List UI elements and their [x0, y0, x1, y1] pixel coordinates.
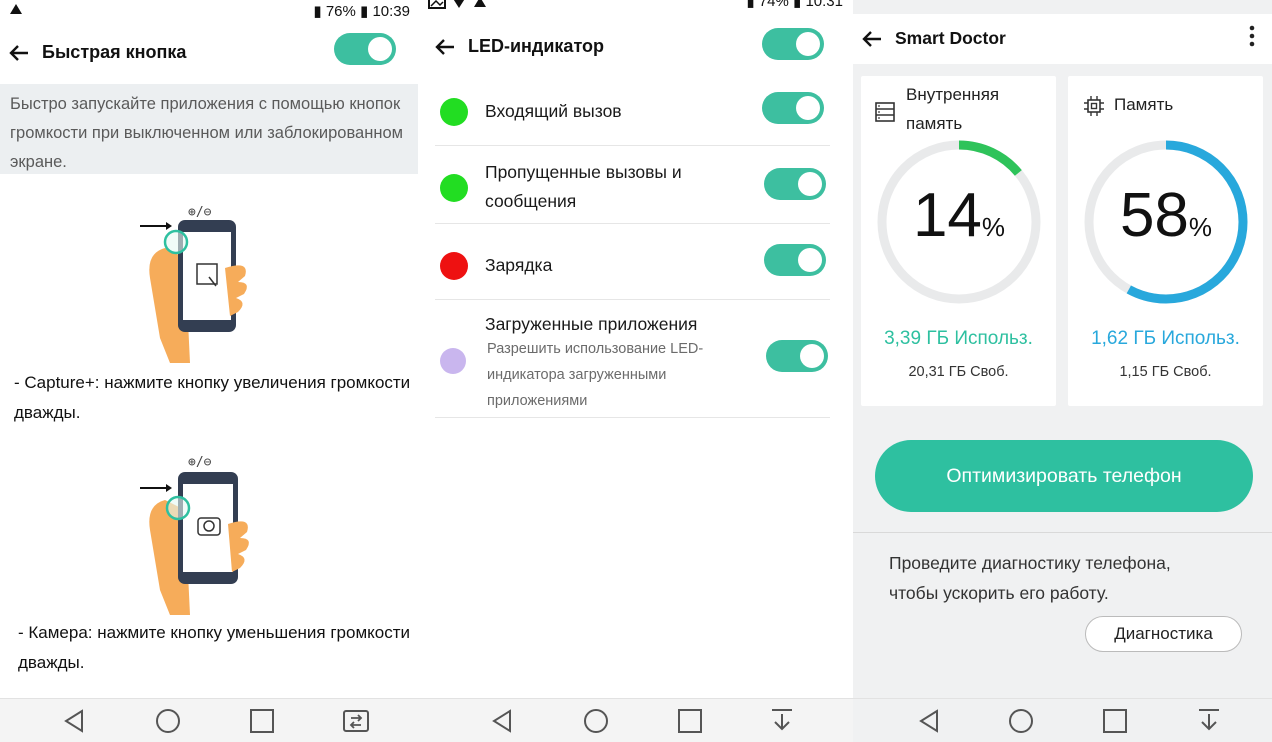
optimize-phone-button[interactable]: Оптимизировать телефон: [875, 440, 1253, 512]
svg-text:⊕/⊖: ⊕/⊖: [188, 455, 212, 470]
usage-percent: 14%: [873, 180, 1045, 251]
led-item-toggle[interactable]: [764, 168, 826, 200]
chip-icon: [1084, 96, 1104, 116]
battery-level: 76%: [325, 3, 356, 20]
led-item-downloaded-apps[interactable]: Загруженные приложения Разрешить использ…: [435, 300, 830, 418]
status-right: ▮ 74% ▮ 10:31: [746, 0, 843, 10]
memory-card[interactable]: Память 58% 1,62 ГБ Использ. 1,15 ГБ Своб…: [1068, 76, 1263, 406]
app-bar: Smart Doctor: [853, 14, 1272, 64]
led-item-label: Загруженные приложения: [485, 314, 698, 334]
led-master-toggle[interactable]: [762, 28, 824, 60]
led-item-charging[interactable]: Зарядка: [435, 224, 830, 300]
led-color-dot: [440, 98, 468, 126]
battery-saver-icon: ▮: [313, 3, 322, 20]
led-item-toggle[interactable]: [764, 244, 826, 276]
used-amount: 1,62 ГБ Использ.: [1091, 328, 1240, 349]
capture-plus-illustration: ⊕/⊖: [140, 205, 247, 363]
back-arrow-icon[interactable]: [859, 26, 885, 52]
navigation-bar: [420, 698, 853, 742]
percent-sign: %: [1188, 212, 1213, 242]
back-arrow-icon[interactable]: [6, 40, 32, 66]
led-item-label: Пропущенные вызовы и сообщения: [485, 162, 682, 211]
diagnostics-button[interactable]: Диагностика: [1085, 616, 1242, 652]
nav-back-icon[interactable]: [486, 705, 518, 737]
led-item-label: Зарядка: [485, 255, 553, 275]
smart-doctor-screen: Smart Doctor Внутренняя память 14% 3,39 …: [853, 0, 1272, 742]
back-arrow-icon[interactable]: [432, 34, 458, 60]
page-title: Smart Doctor: [895, 28, 1006, 48]
led-item-toggle[interactable]: [762, 92, 824, 124]
nav-recents-icon[interactable]: [246, 705, 278, 737]
camera-illustration: ⊕/⊖: [140, 455, 249, 615]
navigation-bar: [0, 698, 420, 742]
free-amount: 1,15 ГБ Своб.: [1119, 364, 1212, 380]
led-item-incoming-call[interactable]: Входящий вызов: [435, 78, 830, 146]
led-color-dot: [440, 252, 468, 280]
description: Быстро запускайте приложения с помощью к…: [0, 84, 418, 174]
nav-recents-icon[interactable]: [674, 705, 706, 737]
nav-home-icon[interactable]: [1005, 705, 1037, 737]
clock: 10:39: [372, 3, 410, 20]
status-bar: ▮ 74% ▮ 10:31: [420, 0, 853, 22]
app-bar: LED-индикатор: [420, 22, 853, 72]
page-title: LED-индикатор: [468, 36, 605, 56]
usage-percent: 58%: [1080, 180, 1252, 251]
quick-button-toggle[interactable]: [334, 33, 396, 65]
card-title: Внутренняя память: [906, 85, 1000, 133]
status-bar: ▮ 76% ▮ 10:39: [0, 0, 420, 22]
status-icons-left: [428, 0, 492, 14]
used-amount: 3,39 ГБ Использ.: [884, 328, 1033, 349]
clock: 10:31: [805, 0, 843, 10]
nav-recents-icon[interactable]: [1099, 705, 1131, 737]
nav-notification-icon[interactable]: [1193, 705, 1225, 737]
nav-back-icon[interactable]: [913, 705, 945, 737]
status-bar: [853, 0, 1272, 12]
camera-instruction: - Камера: нажмите кнопку уменьшения гром…: [18, 623, 411, 672]
notification-icon: [8, 2, 24, 20]
led-color-dot: [440, 348, 466, 374]
status-right: ▮ 76% ▮ 10:39: [313, 2, 410, 20]
percent-value: 58: [1119, 181, 1189, 250]
app-bar: Быстрая кнопка: [0, 28, 420, 78]
led-item-sublabel: Разрешить использование LED-индикатора з…: [487, 341, 704, 409]
percent-value: 14: [912, 181, 982, 250]
battery-saver-icon: ▮: [746, 0, 755, 10]
nav-notification-icon[interactable]: [766, 705, 798, 737]
percent-sign: %: [981, 212, 1006, 242]
nav-home-icon[interactable]: [580, 705, 612, 737]
battery-icon: ▮: [360, 3, 369, 20]
battery-level: 74%: [758, 0, 789, 10]
free-amount: 20,31 ГБ Своб.: [908, 364, 1009, 380]
internal-storage-card[interactable]: Внутренняя память 14% 3,39 ГБ Использ. 2…: [861, 76, 1056, 406]
status-cropped-icon: [859, 0, 879, 4]
led-item-label: Входящий вызов: [485, 101, 622, 121]
card-title: Память: [1114, 95, 1174, 114]
svg-text:⊕/⊖: ⊕/⊖: [188, 205, 212, 220]
quick-button-screen: ▮ 76% ▮ 10:39 Быстрая кнопка Быстро запу…: [0, 0, 420, 742]
led-indicator-screen: ▮ 74% ▮ 10:31 LED-индикатор Входящий выз…: [420, 0, 853, 742]
led-item-toggle[interactable]: [766, 340, 828, 372]
divider: [853, 532, 1272, 533]
more-vert-icon[interactable]: [1248, 24, 1256, 48]
nav-home-icon[interactable]: [152, 705, 184, 737]
nav-dualwindow-icon[interactable]: [340, 705, 372, 737]
battery-icon: ▮: [793, 0, 802, 10]
navigation-bar: [853, 698, 1272, 742]
nav-back-icon[interactable]: [58, 705, 90, 737]
page-title: Быстрая кнопка: [42, 42, 187, 62]
led-color-dot: [440, 174, 468, 202]
led-item-missed-calls[interactable]: Пропущенные вызовы и сообщения: [435, 146, 830, 224]
storage-icon: [875, 102, 895, 122]
diagnostics-text: Проведите диагностику телефона, чтобы ус…: [889, 553, 1171, 603]
capture-plus-instruction: - Capture+: нажмите кнопку увеличения гр…: [14, 373, 411, 422]
